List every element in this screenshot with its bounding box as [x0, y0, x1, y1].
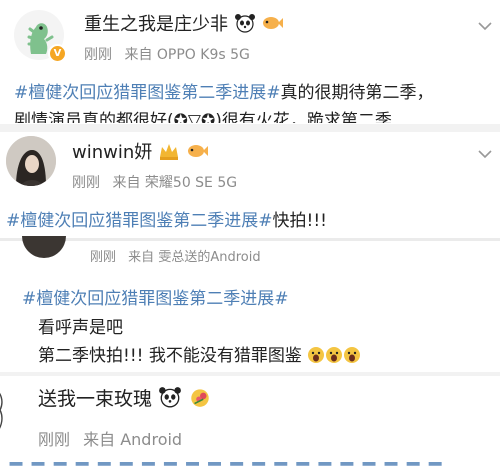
fish-badge-icon [186, 141, 208, 166]
post-time: 刚刚 [84, 47, 112, 63]
avatar-girl[interactable] [6, 136, 56, 186]
avatar-cropped[interactable] [0, 382, 10, 438]
scream-emoji [307, 346, 325, 369]
post-text: 真的很期待第二季， [280, 83, 434, 103]
avatar-cropped[interactable] [22, 236, 66, 258]
panda-emoji [158, 386, 182, 413]
separator [0, 372, 500, 376]
post-source: 荣耀50 SE 5G [144, 175, 238, 191]
username[interactable]: winwin妍 [72, 142, 152, 163]
separator [0, 124, 500, 132]
post-source: 雯总送的Android [158, 250, 261, 265]
post-text-line2: 看呼声是吧 [38, 318, 123, 338]
topic-hashtag[interactable]: #檀健次回应猎罪图鉴第二季进展# [14, 83, 281, 103]
crown-badge-icon [158, 141, 180, 166]
topic-hashtag[interactable]: #檀健次回应猎罪图鉴第二季进展# [6, 211, 273, 231]
post-time: 刚刚 [90, 250, 117, 265]
post-text: 送我一束玫瑰 [38, 388, 153, 410]
chevron-down-icon[interactable] [478, 144, 492, 163]
next-post-cropped-text: ▬▬▬▬▬▬▬▬▬▬▬▬▬▬▬▬▬▬▬▬ [0, 462, 500, 470]
post-text: 快拍!!! [272, 211, 327, 231]
scream-emoji [343, 346, 361, 369]
source-prefix: 来自 [124, 47, 153, 63]
post-source: OPPO K9s 5G [156, 47, 250, 63]
source-prefix: 来自 [128, 250, 155, 265]
post-text-line2: 剧情演员真的都很好(✪▽✪)很有火花，跪求第二季 [14, 111, 392, 123]
scream-emoji [325, 346, 343, 369]
panda-emoji [234, 13, 256, 38]
chevron-down-icon[interactable] [478, 16, 492, 35]
source-prefix: 来自 [83, 430, 116, 449]
separator [0, 238, 500, 241]
post-time: 刚刚 [38, 430, 71, 449]
source-prefix: 来自 [112, 175, 141, 191]
topic-hashtag[interactable]: #檀健次回应猎罪图鉴第二季进展# [22, 284, 289, 309]
rose-bouquet-emoji [188, 386, 212, 413]
username[interactable]: 重生之我是庄少非 [84, 14, 228, 35]
vip-badge-icon: V [48, 44, 67, 63]
post-source: Android [120, 430, 183, 449]
fish-badge-icon [261, 13, 284, 38]
post-text-line3: 第二季快拍!!! 我不能没有猎罪图鉴 [38, 346, 302, 366]
post-time: 刚刚 [72, 175, 100, 191]
